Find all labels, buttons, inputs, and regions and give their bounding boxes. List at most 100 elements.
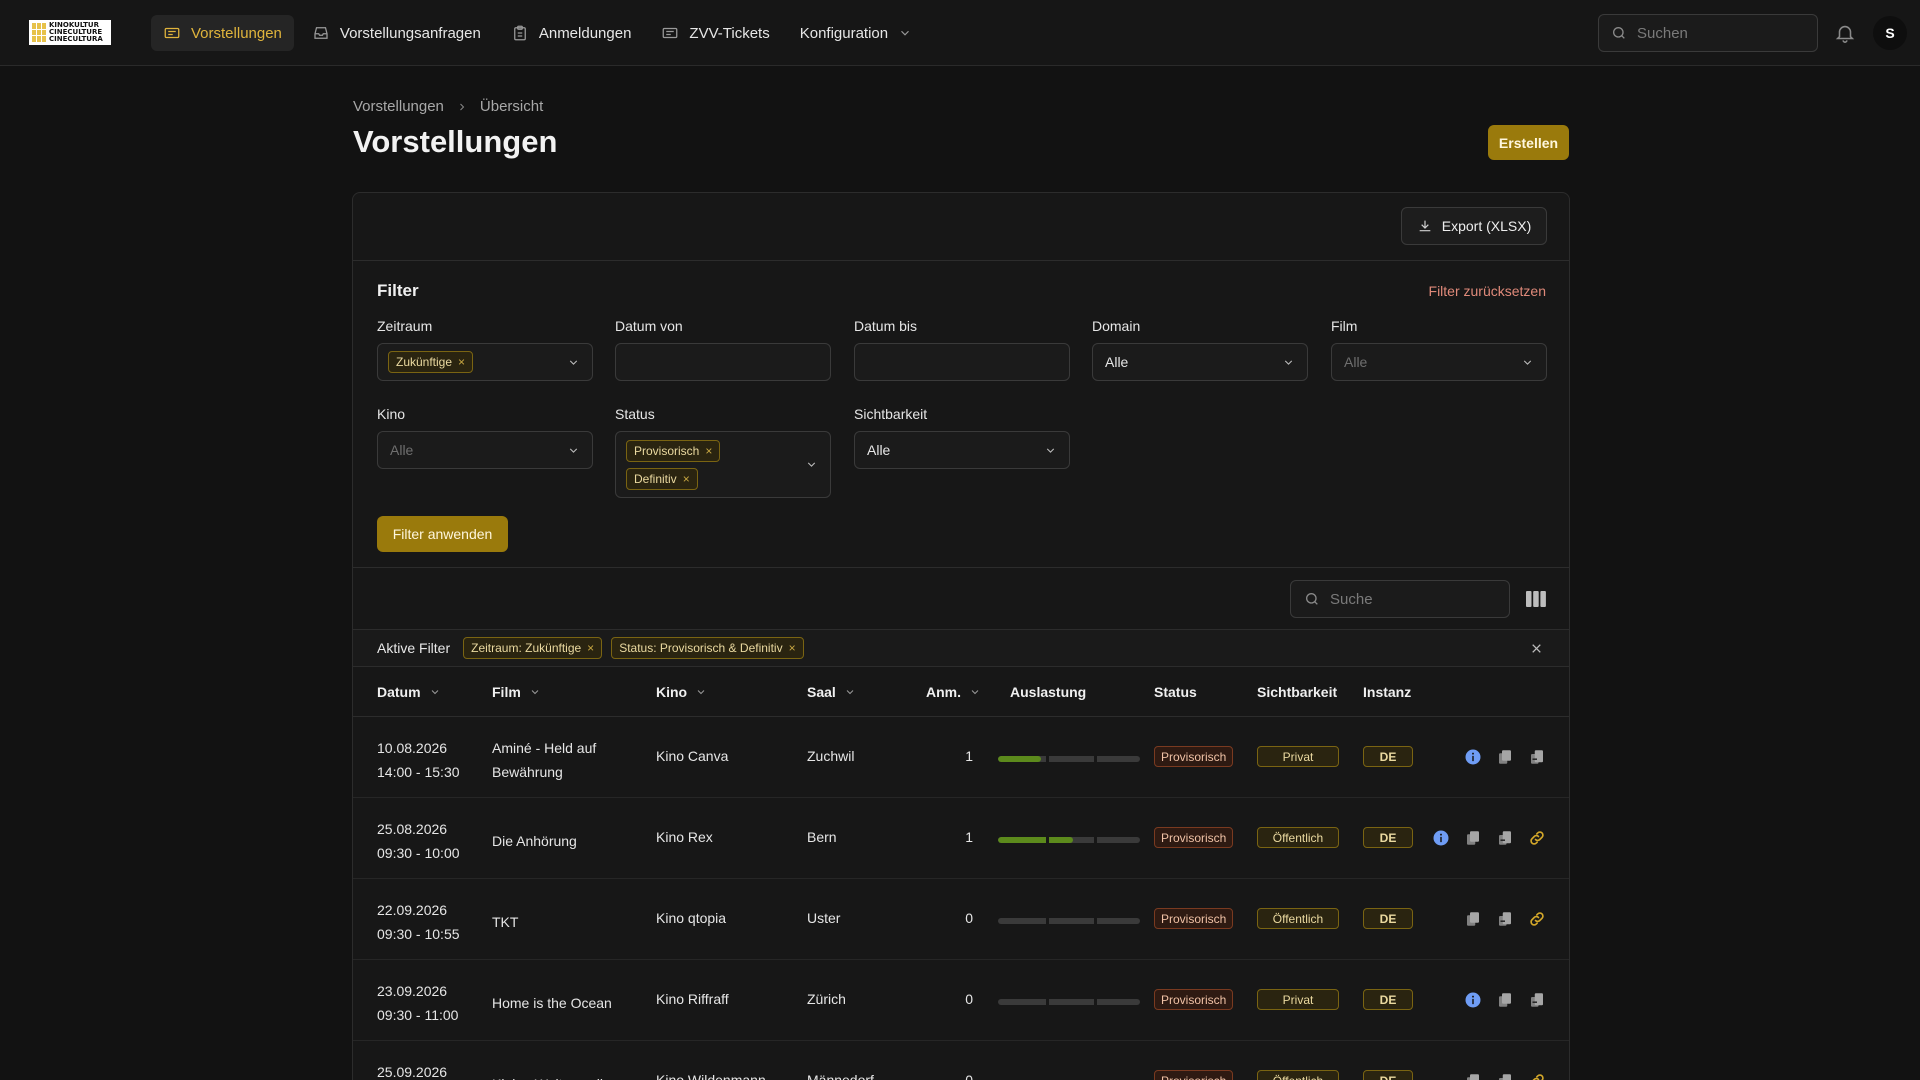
cell-kino: Kino qtopia xyxy=(656,910,727,926)
remove-chip-icon[interactable]: × xyxy=(587,641,594,655)
column-saal[interactable]: Saal xyxy=(807,684,856,700)
duplicate-icon[interactable] xyxy=(1496,910,1514,928)
instance-badge: DE xyxy=(1363,908,1413,929)
copy-icon[interactable] xyxy=(1464,910,1482,928)
datum-von-input[interactable] xyxy=(615,343,831,381)
table-row[interactable]: 23.09.2026 09:30 - 11:00 Home is the Ocean… xyxy=(353,960,1569,1041)
table-row[interactable]: 25.09.2026 Kleine Welten voller Kino Wilde… xyxy=(353,1041,1569,1080)
column-datum[interactable]: Datum xyxy=(377,684,441,700)
bar-segment xyxy=(1094,837,1097,843)
field-label: Datum bis xyxy=(854,318,918,334)
close-icon[interactable] xyxy=(1530,642,1543,655)
global-search-input[interactable] xyxy=(1637,24,1797,42)
domain-select[interactable]: Alle xyxy=(1092,343,1308,381)
duplicate-icon[interactable] xyxy=(1528,991,1546,1009)
nav-item-anmeldungen[interactable]: Anmeldungen xyxy=(499,15,644,51)
remove-tag-icon[interactable]: × xyxy=(458,355,465,369)
export-button[interactable]: Export (XLSX) xyxy=(1401,207,1547,245)
columns-icon[interactable] xyxy=(1526,590,1546,608)
kino-select[interactable]: Alle xyxy=(377,431,593,469)
active-filters-bar: Aktive Filter Zeitraum: Zukünftige × Stat… xyxy=(353,630,1569,667)
bell-icon[interactable] xyxy=(1834,22,1856,44)
duplicate-icon[interactable] xyxy=(1496,1072,1514,1080)
status-tag: Definitiv × xyxy=(626,467,698,490)
duplicate-icon[interactable] xyxy=(1496,829,1514,847)
cell-film[interactable]: Aminé - Held auf Bewährung xyxy=(492,736,632,784)
cell-datum: 23.09.2026 09:30 - 11:00 xyxy=(377,979,458,1027)
visibility-badge: Öffentlich xyxy=(1257,908,1339,929)
table-row[interactable]: 22.09.2026 09:30 - 10:55 TKT Kino qtopia Ust… xyxy=(353,879,1569,960)
column-label: Anm. xyxy=(926,684,961,700)
avatar[interactable]: S xyxy=(1873,16,1907,50)
logo[interactable]: KINOKULTUR CINECULTURE CINECULTURA xyxy=(29,20,111,45)
status-field: Status Provisorisch × Definitiv × xyxy=(615,406,831,498)
copy-icon[interactable] xyxy=(1496,748,1514,766)
info-icon[interactable] xyxy=(1464,991,1482,1009)
nav-item-vorstellungsanfragen[interactable]: Vorstellungsanfragen xyxy=(300,15,493,51)
global-search[interactable] xyxy=(1598,14,1818,52)
cell-datum: 22.09.2026 09:30 - 10:55 xyxy=(377,898,460,946)
search-icon xyxy=(1613,27,1625,39)
nav-label: Vorstellungsanfragen xyxy=(339,24,481,42)
filter-title: Filter xyxy=(377,281,419,300)
status-badge: Provisorisch xyxy=(1154,908,1234,929)
card-header: Export (XLSX) xyxy=(353,193,1569,261)
cell-saal: Bern xyxy=(807,829,837,845)
column-kino[interactable]: Kino xyxy=(656,684,707,700)
chevron-down-icon xyxy=(807,462,816,467)
column-film[interactable]: Film xyxy=(492,684,541,700)
create-button[interactable]: Erstellen xyxy=(1488,125,1569,160)
copy-icon[interactable] xyxy=(1464,829,1482,847)
info-icon[interactable] xyxy=(1432,829,1450,847)
page-title: Vorstellungen xyxy=(353,124,558,159)
film-field: Film Alle xyxy=(1331,318,1547,381)
zeitraum-tag: Zukünftige × xyxy=(388,351,474,373)
duplicate-icon[interactable] xyxy=(1528,748,1546,766)
filter-reset-link[interactable]: Filter zurücksetzen xyxy=(1429,283,1546,299)
breadcrumb-link[interactable]: Vorstellungen xyxy=(353,98,444,115)
date-text: 25.09.2026 xyxy=(377,1064,448,1080)
zeitraum-field: Zeitraum Zukünftige × xyxy=(377,318,593,381)
info-icon[interactable] xyxy=(1464,748,1482,766)
bar-segment xyxy=(1094,918,1097,924)
film-select[interactable]: Alle xyxy=(1331,343,1547,381)
remove-tag-icon[interactable]: × xyxy=(705,444,712,458)
status-badge: Provisorisch xyxy=(1154,746,1234,767)
instance-badge: DE xyxy=(1363,1070,1413,1080)
cell-film[interactable]: Home is the Ocean xyxy=(492,991,632,1015)
link-icon[interactable] xyxy=(1528,829,1546,847)
copy-icon[interactable] xyxy=(1464,1072,1482,1080)
cell-film[interactable]: Kleine Welten voller xyxy=(492,1072,632,1080)
sichtbarkeit-field: Sichtbarkeit Alle xyxy=(854,406,1070,469)
table-row[interactable]: 25.08.2026 09:30 - 10:00 Die Anhörung Kino … xyxy=(353,798,1569,879)
remove-chip-icon[interactable]: × xyxy=(789,641,796,655)
sichtbarkeit-select[interactable]: Alle xyxy=(854,431,1070,469)
table-search-input[interactable] xyxy=(1330,590,1490,608)
table-row[interactable]: 10.08.2026 14:00 - 15:30 Aminé - Held auf … xyxy=(353,717,1569,798)
link-icon[interactable] xyxy=(1528,910,1546,928)
datum-bis-input[interactable] xyxy=(854,343,1070,381)
table-search[interactable] xyxy=(1290,580,1510,618)
chevron-down-icon xyxy=(1284,360,1293,365)
status-select[interactable]: Provisorisch × Definitiv × xyxy=(615,431,831,498)
load-progress-bar xyxy=(998,837,1140,843)
column-anm[interactable]: Anm. xyxy=(926,684,981,700)
ticket-icon xyxy=(164,27,180,39)
copy-icon[interactable] xyxy=(1496,991,1514,1009)
nav-item-zvv-tickets[interactable]: ZVV-Tickets xyxy=(649,15,781,51)
status-badge: Provisorisch xyxy=(1154,989,1234,1010)
link-icon[interactable] xyxy=(1528,1072,1546,1080)
cell-datum: 10.08.2026 14:00 - 15:30 xyxy=(377,736,460,784)
apply-filter-button[interactable]: Filter anwenden xyxy=(377,516,508,552)
nav-item-vorstellungen[interactable]: Vorstellungen xyxy=(151,15,294,51)
chip-label: Zeitraum: Zukünftige xyxy=(471,641,582,655)
date-text: 22.09.2026 xyxy=(377,902,448,918)
cell-kino: Kino Wildenmann xyxy=(656,1072,766,1080)
nav-item-konfiguration[interactable]: Konfiguration xyxy=(788,15,924,51)
cell-film[interactable]: Die Anhörung xyxy=(492,829,632,853)
instance-badge: DE xyxy=(1363,989,1413,1010)
cell-film[interactable]: TKT xyxy=(492,910,632,934)
date-text: 10.08.2026 xyxy=(377,740,448,756)
remove-tag-icon[interactable]: × xyxy=(683,472,690,486)
zeitraum-select[interactable]: Zukünftige × xyxy=(377,343,593,381)
